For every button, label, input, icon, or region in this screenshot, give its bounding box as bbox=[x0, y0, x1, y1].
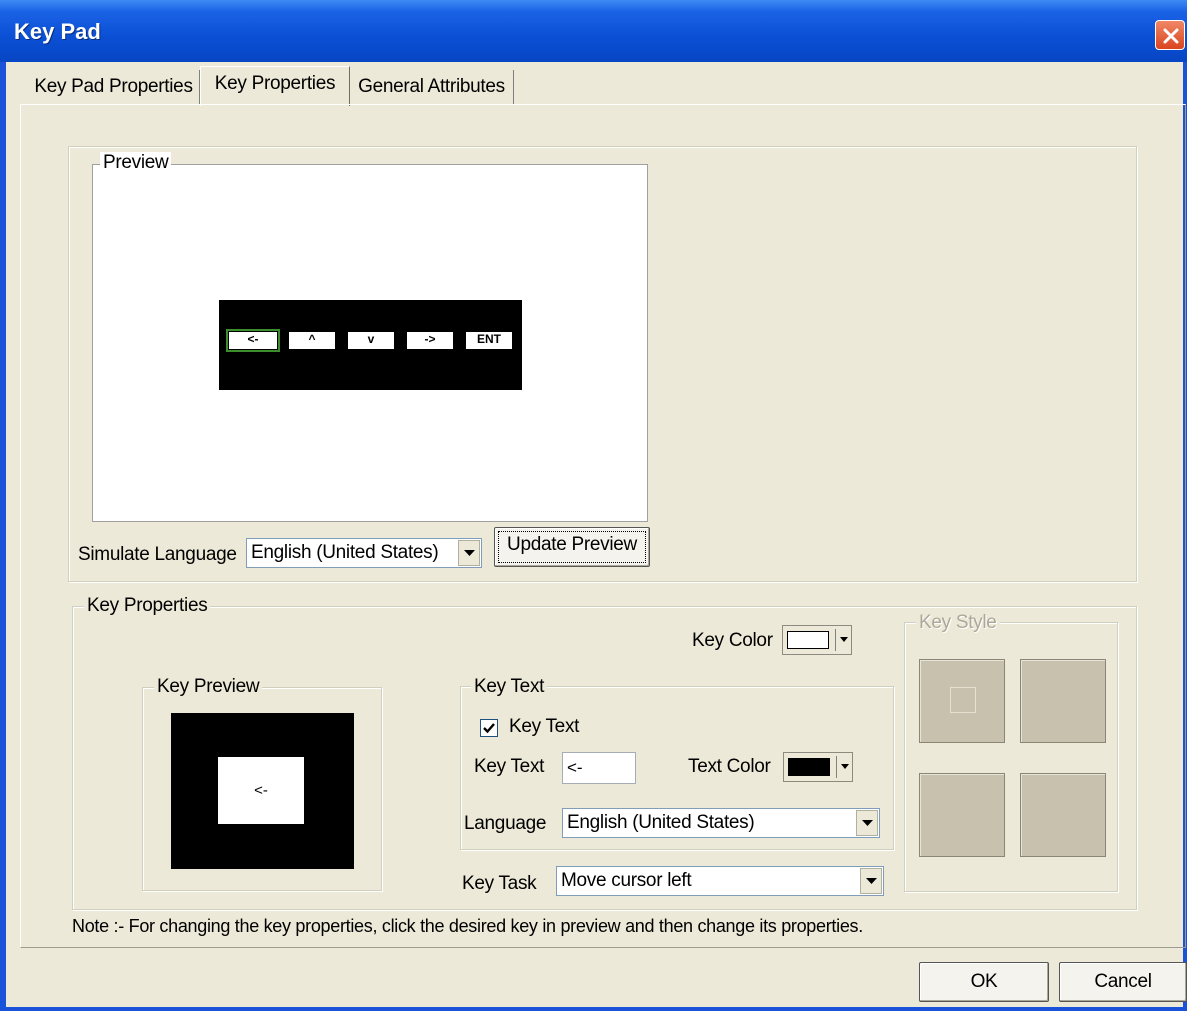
chevron-down-icon bbox=[841, 764, 849, 769]
update-preview-button[interactable]: Update Preview bbox=[494, 527, 650, 567]
simulate-language-value: English (United States) bbox=[251, 542, 439, 563]
checkmark-icon bbox=[483, 723, 495, 734]
language-label: Language bbox=[464, 813, 547, 834]
key-text-label: Key Text bbox=[474, 756, 545, 777]
tab-label: General Attributes bbox=[358, 76, 505, 97]
separator bbox=[836, 756, 837, 778]
key-preview-legend: Key Preview bbox=[154, 676, 263, 698]
separator bbox=[835, 629, 836, 651]
key-task-label: Key Task bbox=[462, 873, 537, 894]
key-style-option-3[interactable] bbox=[919, 773, 1005, 857]
key-style-option-2[interactable] bbox=[1020, 659, 1106, 743]
key-text-legend: Key Text bbox=[471, 676, 548, 698]
key-text-input[interactable]: <- bbox=[562, 752, 636, 784]
close-icon bbox=[1163, 28, 1179, 44]
chevron-down-icon bbox=[866, 878, 877, 884]
preview-key-left[interactable]: <- bbox=[226, 329, 280, 352]
key-style-option-1[interactable] bbox=[919, 659, 1005, 743]
language-value: English (United States) bbox=[567, 812, 755, 833]
key-properties-legend: Key Properties bbox=[84, 595, 211, 617]
preview-legend: Preview bbox=[100, 152, 172, 174]
key-text-checkbox-label[interactable]: Key Text bbox=[509, 716, 579, 738]
window-title: Key Pad bbox=[14, 19, 101, 44]
key-text-checkbox[interactable] bbox=[480, 719, 498, 737]
tab-label: Key Properties bbox=[214, 73, 336, 94]
text-color-swatch bbox=[788, 758, 830, 776]
style-preview-square bbox=[950, 687, 976, 713]
chevron-down-icon bbox=[840, 637, 848, 642]
dropdown-button[interactable] bbox=[856, 810, 878, 836]
text-color-picker[interactable] bbox=[783, 752, 853, 782]
key-color-label: Key Color bbox=[692, 630, 773, 651]
preview-key-up[interactable]: ^ bbox=[289, 332, 335, 349]
preview-key-enter[interactable]: ENT bbox=[466, 332, 512, 349]
text-color-label: Text Color bbox=[688, 756, 771, 777]
chevron-down-icon bbox=[862, 820, 873, 826]
key-color-picker[interactable] bbox=[782, 625, 852, 655]
key-text-value: <- bbox=[567, 758, 583, 777]
key-pad-dialog: Key Pad Key Pad Properties Key Propertie… bbox=[0, 0, 1187, 1011]
key-task-value: Move cursor left bbox=[561, 870, 692, 891]
close-button[interactable] bbox=[1155, 20, 1185, 50]
simulate-language-select[interactable]: English (United States) bbox=[246, 538, 482, 568]
chevron-down-icon bbox=[464, 550, 475, 556]
key-preview-key: <- bbox=[218, 757, 304, 824]
key-style-option-4[interactable] bbox=[1020, 773, 1106, 857]
key-style-legend: Key Style bbox=[916, 612, 1000, 634]
title-bar[interactable]: Key Pad bbox=[0, 0, 1187, 62]
tab-key-properties[interactable]: Key Properties bbox=[200, 66, 350, 106]
key-task-select[interactable]: Move cursor left bbox=[556, 866, 884, 896]
preview-key-right[interactable]: -> bbox=[407, 332, 453, 349]
key-color-swatch bbox=[787, 631, 829, 649]
dropdown-button[interactable] bbox=[860, 868, 882, 894]
language-select[interactable]: English (United States) bbox=[562, 808, 880, 838]
dropdown-button[interactable] bbox=[458, 540, 480, 566]
cancel-button[interactable]: Cancel bbox=[1059, 962, 1187, 1002]
ok-button[interactable]: OK bbox=[919, 962, 1049, 1002]
tab-general-attributes[interactable]: General Attributes bbox=[350, 70, 514, 104]
simulate-language-label: Simulate Language bbox=[78, 544, 237, 565]
tab-key-pad-properties[interactable]: Key Pad Properties bbox=[28, 70, 200, 104]
tab-label: Key Pad Properties bbox=[34, 76, 193, 97]
note-text: Note :- For changing the key properties,… bbox=[72, 916, 863, 936]
preview-key-down[interactable]: v bbox=[348, 332, 394, 349]
